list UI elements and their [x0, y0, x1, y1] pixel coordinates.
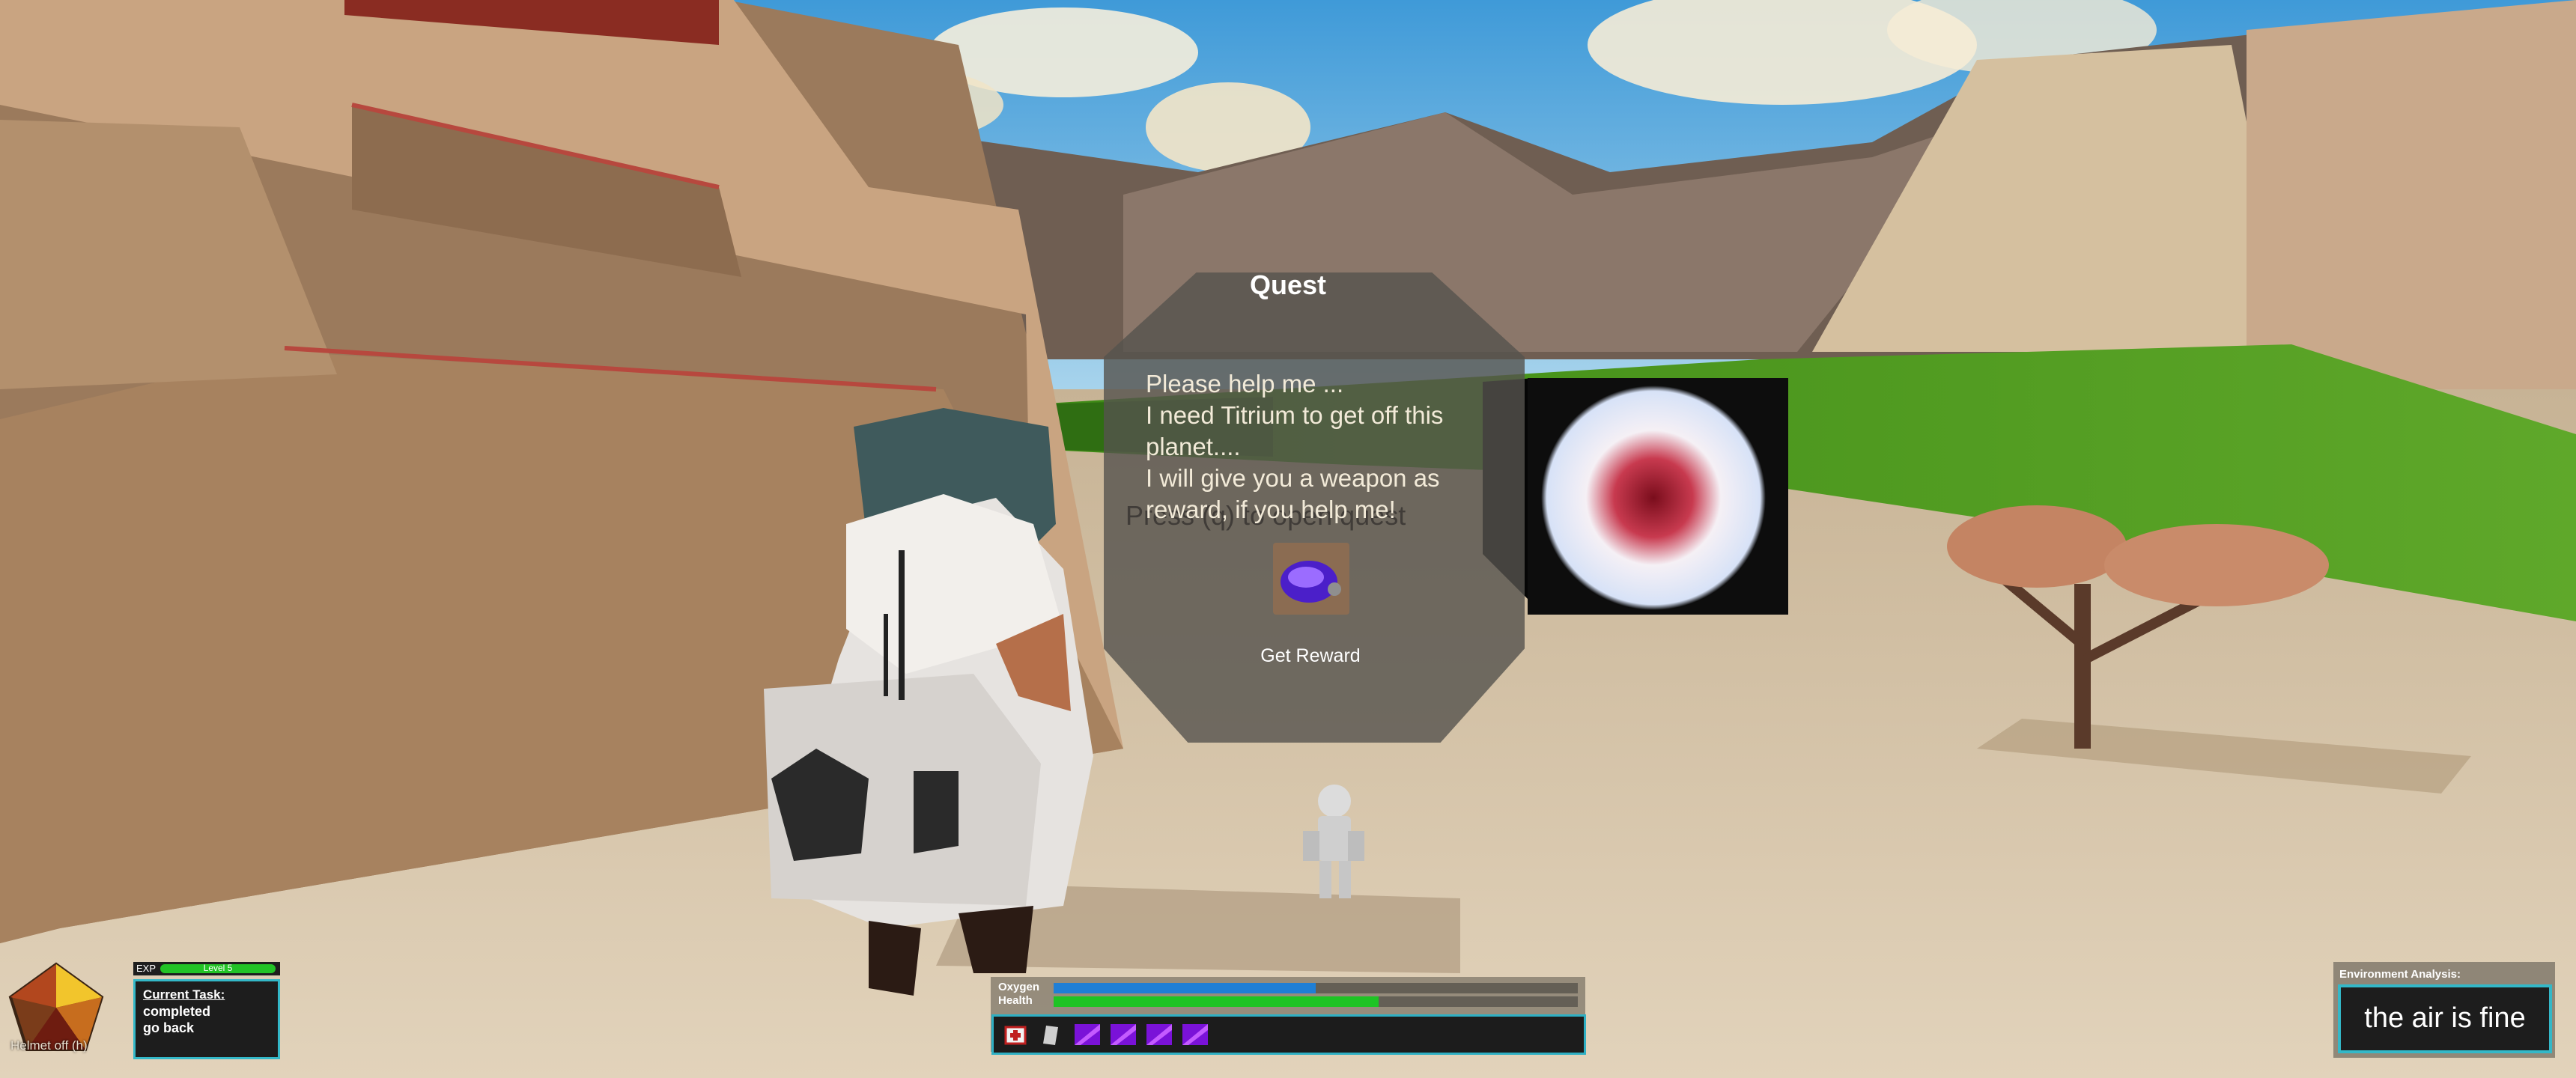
- quest-message-line: I will give you a weapon as: [1146, 464, 1440, 492]
- purple-crystal-icon: [1182, 1024, 1208, 1045]
- environment-analysis-panel: Environment Analysis: the air is fine: [2333, 962, 2555, 1058]
- quest-message-line: reward, if you help me!: [1146, 496, 1396, 523]
- health-track: [1054, 996, 1578, 1007]
- quest-message: Please help me ... I need Titrium to get…: [1146, 368, 1490, 526]
- hotbar-slot-5[interactable]: [1145, 1023, 1173, 1047]
- task-line: go back: [143, 1020, 195, 1035]
- quest-message-line: Please help me ...: [1146, 370, 1344, 398]
- medkit-icon: [1004, 1026, 1027, 1045]
- hotbar-slot-3[interactable]: [1073, 1023, 1102, 1047]
- hotbar-slot-6[interactable]: [1181, 1023, 1209, 1047]
- oxygen-fill: [1054, 983, 1316, 993]
- level-label: Level 5: [203, 963, 233, 973]
- environment-status: the air is fine: [2364, 1002, 2526, 1034]
- environment-title: Environment Analysis:: [2339, 968, 2461, 981]
- oxygen-label: Oxygen: [998, 981, 1040, 993]
- task-title: Current Task:: [143, 987, 225, 1002]
- quest-message-line: planet....: [1146, 433, 1241, 460]
- hotbar-slot-2[interactable]: [1037, 1023, 1066, 1047]
- quest-title: Quest: [1249, 270, 1327, 300]
- purple-crystal-icon: [1111, 1024, 1136, 1045]
- energy-orb-crate: [1483, 378, 1788, 615]
- purple-helmet-icon: [1281, 561, 1341, 603]
- canister-icon: [1043, 1026, 1058, 1045]
- get-reward-button[interactable]: Get Reward: [1168, 645, 1453, 667]
- purple-crystal-icon: [1146, 1024, 1172, 1045]
- exp-label: EXP: [136, 963, 157, 974]
- hotbar-slot-1[interactable]: [1001, 1023, 1030, 1047]
- oxygen-track: [1054, 983, 1578, 993]
- helmet-toggle-hint: Helmet off (h): [10, 1038, 88, 1053]
- quest-message-line: I need Titrium to get off this: [1146, 401, 1444, 429]
- environment-status-box: the air is fine: [2338, 984, 2552, 1053]
- health-label: Health: [998, 994, 1033, 1007]
- health-fill: [1054, 996, 1379, 1007]
- exp-bar: EXP Level 5: [133, 962, 280, 975]
- reward-item-slot[interactable]: [1273, 543, 1349, 615]
- hotbar: [991, 1014, 1586, 1055]
- hotbar-slot-4[interactable]: [1109, 1023, 1137, 1047]
- task-line: completed: [143, 1004, 211, 1019]
- purple-crystal-icon: [1075, 1024, 1100, 1045]
- current-task-panel: Current Task: completed go back: [133, 979, 280, 1059]
